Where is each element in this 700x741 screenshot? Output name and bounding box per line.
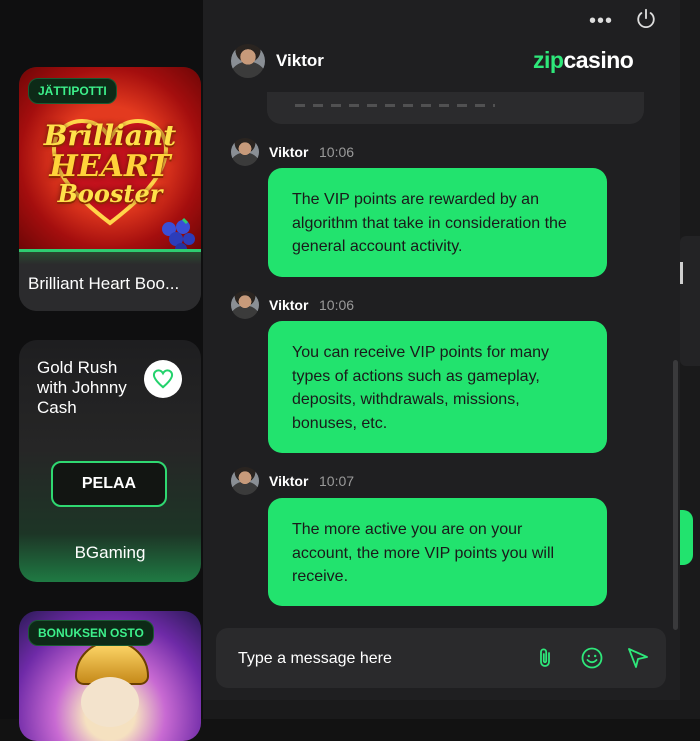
bonus-buy-badge: BONUKSEN OSTO bbox=[28, 620, 154, 646]
message-composer bbox=[216, 628, 666, 688]
agent-avatar bbox=[231, 44, 265, 78]
more-options-icon[interactable]: ••• bbox=[589, 10, 613, 33]
brand-logo: zipcasino bbox=[533, 47, 634, 73]
chat-scrollbar[interactable] bbox=[673, 360, 678, 630]
power-icon[interactable] bbox=[635, 8, 657, 30]
message-author: Viktor bbox=[269, 297, 309, 313]
game-card-brilliant-heart[interactable]: Brilliant HEART Booster JÄTTIPOTTI Brill… bbox=[19, 67, 201, 311]
attachment-icon[interactable] bbox=[533, 646, 557, 670]
chat-panel: ••• Viktor zipcasino Viktor 10:06 The VI… bbox=[203, 0, 680, 719]
agent-avatar bbox=[231, 138, 259, 166]
background-page-edge bbox=[680, 0, 700, 719]
message-bubble: The more active you are on your account,… bbox=[268, 498, 607, 606]
game-card-bonus-buy[interactable]: BONUKSEN OSTO bbox=[19, 611, 201, 741]
message-author: Viktor bbox=[269, 144, 309, 160]
agent-avatar bbox=[231, 291, 259, 319]
previous-message-bubble bbox=[267, 92, 644, 124]
jackpot-badge: JÄTTIPOTTI bbox=[28, 78, 117, 104]
chat-footer bbox=[203, 700, 680, 719]
game-list: Brilliant HEART Booster JÄTTIPOTTI Brill… bbox=[0, 0, 205, 741]
background-marker bbox=[680, 262, 683, 284]
agent-name: Viktor bbox=[276, 51, 324, 70]
background-panel bbox=[680, 236, 700, 366]
agent-avatar bbox=[231, 467, 259, 495]
message-list[interactable]: Viktor 10:06 The VIP points are rewarded… bbox=[203, 92, 680, 628]
play-button[interactable]: PELAA bbox=[51, 461, 167, 507]
game-title: Gold Rush with Johnny Cash bbox=[37, 358, 127, 417]
message-time: 10:06 bbox=[319, 144, 355, 160]
game-artwork-face bbox=[81, 677, 139, 727]
game-card-footer: Brilliant Heart Boo... bbox=[19, 249, 201, 311]
art-title-line-3: Booster bbox=[57, 179, 163, 208]
game-provider: BGaming bbox=[74, 543, 146, 562]
message-bubble: The VIP points are rewarded by an algori… bbox=[268, 168, 607, 277]
chat-topbar: ••• bbox=[203, 0, 680, 40]
art-title-line-1: Brilliant bbox=[43, 119, 177, 152]
favorite-button[interactable] bbox=[144, 360, 182, 398]
message-author: Viktor bbox=[269, 473, 309, 489]
heart-outline-icon bbox=[152, 369, 174, 389]
background-button-edge bbox=[680, 510, 693, 565]
chat-header: Viktor zipcasino bbox=[203, 40, 680, 92]
emoji-icon[interactable] bbox=[580, 646, 604, 670]
message-input[interactable] bbox=[236, 644, 520, 674]
message-time: 10:06 bbox=[319, 297, 355, 313]
send-icon[interactable] bbox=[626, 646, 650, 670]
message-bubble: You can receive VIP points for many type… bbox=[268, 321, 607, 453]
game-name: Brilliant Heart Boo... bbox=[28, 274, 180, 293]
game-card-gold-rush[interactable]: Gold Rush with Johnny Cash PELAA BGaming bbox=[19, 340, 201, 582]
message-time: 10:07 bbox=[319, 473, 355, 489]
